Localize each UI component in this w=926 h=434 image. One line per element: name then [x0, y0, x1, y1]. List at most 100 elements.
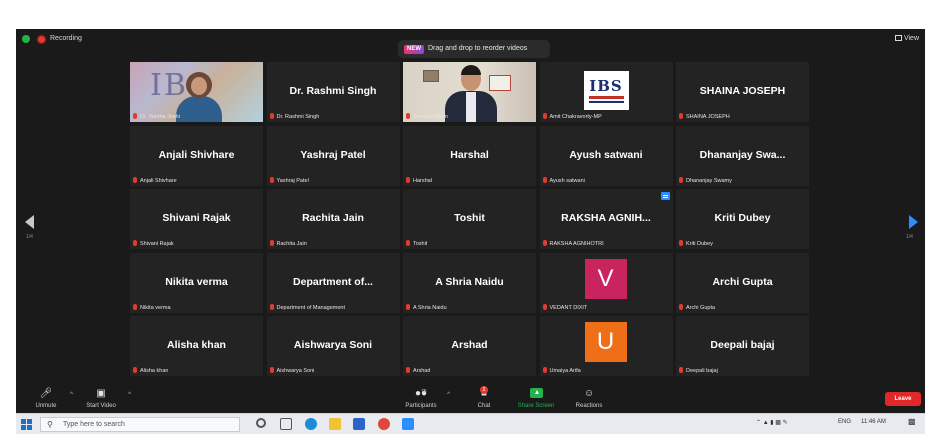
- participant-tile[interactable]: Yashraj Patel Yashraj Patel: [266, 125, 400, 186]
- participant-tile[interactable]: Harshal Harshal: [403, 125, 536, 186]
- recording-label[interactable]: Recording: [50, 35, 82, 42]
- participant-tile[interactable]: U Umaiya Arifa: [539, 316, 673, 376]
- reactions-smiley-icon: ☺: [583, 388, 595, 399]
- muted-mic-icon: [133, 367, 137, 373]
- language-indicator[interactable]: ENG: [838, 419, 851, 425]
- reorder-tooltip: NEW Drag and drop to reorder videos: [398, 40, 550, 58]
- muted-mic-icon: [679, 176, 683, 183]
- clock[interactable]: 11:46 AM: [861, 419, 886, 425]
- participant-tile[interactable]: Nikita verma Nikita verma: [130, 252, 263, 313]
- chat-label: Chat: [477, 403, 491, 409]
- participant-tile[interactable]: Dhananjay Swa... Dhananjay Swamy: [676, 125, 809, 186]
- participant-display-name: RAKSHA AGNIH...: [561, 212, 651, 224]
- participant-tile[interactable]: Ayush satwani Ayush satwani: [539, 125, 673, 186]
- edge-browser-icon[interactable]: [305, 418, 317, 430]
- zoom-meeting-window: Recording View NEW Drag and drop to reor…: [16, 29, 925, 413]
- chrome-icon[interactable]: [378, 418, 390, 430]
- participant-name-label: Rachita Jain: [269, 240, 307, 247]
- participant-name-label: Aishwarya Soni: [269, 367, 314, 374]
- participant-name: Arshad: [413, 368, 431, 374]
- zoom-app-icon[interactable]: [402, 418, 414, 430]
- participant-tile[interactable]: SHAINA JOSEPH SHAINA JOSEPH: [676, 62, 809, 122]
- more-options-icon[interactable]: [660, 192, 670, 200]
- participant-tile[interactable]: V VEDANT DIXIT: [539, 252, 673, 313]
- leave-button[interactable]: Leave: [885, 392, 921, 406]
- page-indicator-left: 1/4: [26, 234, 33, 240]
- gallery-grid: IBS Dr. Varsha Joshi Dr. Rashmi Singh Dr. R…: [130, 62, 810, 377]
- participant-tile[interactable]: A Shria Naidu A Shria Naidu: [403, 252, 536, 313]
- participant-name-label: Harshal: [406, 176, 432, 184]
- chevron-up-icon[interactable]: ^: [128, 392, 131, 398]
- participant-display-name: Deepali bajaj: [710, 339, 775, 351]
- previous-page-arrow-icon[interactable]: [25, 215, 34, 229]
- participant-tile[interactable]: Alisha khan Alisha khan: [130, 316, 263, 376]
- participant-name-label: RAKSHA AGNIHOTRI: [542, 240, 604, 247]
- participants-button[interactable]: ●● 75 ^ Participants: [401, 388, 450, 409]
- participant-tile[interactable]: Arshad Arshad: [403, 316, 536, 376]
- unmute-button[interactable]: 🎤︎ ^ Unmute: [28, 388, 73, 409]
- ibs-logo: IBS: [583, 71, 629, 110]
- chat-button[interactable]: ■ 2 Chat: [471, 386, 497, 409]
- participant-tile[interactable]: Toshit Toshit: [403, 189, 536, 249]
- muted-mic-icon: [679, 303, 683, 310]
- participant-tile[interactable]: Dr. Rashmi Singh Dr. Rashmi Singh: [266, 62, 400, 122]
- task-view-icon[interactable]: [280, 418, 292, 430]
- participant-tile[interactable]: Shivani Rajak Shivani Rajak: [130, 189, 263, 249]
- taskbar-search-box[interactable]: ⚲ Type here to search: [40, 417, 240, 432]
- participant-tile[interactable]: Archi Gupta Archi Gupta: [676, 252, 809, 313]
- participant-name-label: Department of Management: [269, 303, 345, 311]
- search-placeholder: Type here to search: [63, 421, 125, 428]
- participant-tile[interactable]: Department of... Department of Management: [266, 252, 400, 313]
- participants-label: Participants: [405, 403, 437, 409]
- participant-tile[interactable]: Aishwarya Soni Aishwarya Soni: [266, 316, 400, 376]
- next-page-arrow-icon[interactable]: [909, 215, 918, 229]
- participant-name: Nikita verma: [140, 304, 171, 311]
- muted-mic-icon: [269, 113, 274, 119]
- participant-name: Dhananjay Swamy: [686, 177, 732, 184]
- security-shield-icon[interactable]: [22, 35, 30, 43]
- participant-tile[interactable]: Rachita Jain Rachita Jain: [266, 189, 400, 249]
- cortana-icon[interactable]: [256, 418, 266, 428]
- participant-name-label: Anjali Shivhare: [133, 176, 177, 184]
- muted-mic-icon: [542, 113, 547, 119]
- participant-name: A Shria Naidu: [413, 304, 447, 311]
- chevron-up-icon[interactable]: ^: [70, 392, 73, 398]
- participant-name: Archi Gupta: [686, 304, 716, 311]
- participant-tile[interactable]: Anjali Shivhare Anjali Shivhare: [130, 125, 263, 186]
- participant-name-label: Arshad: [406, 367, 430, 374]
- participants-count: 75: [421, 389, 427, 395]
- search-icon: ⚲: [47, 420, 53, 429]
- muted-mic-icon: [542, 303, 547, 310]
- ibs-logo-text: IBS: [589, 77, 623, 95]
- reactions-label: Reactions: [575, 403, 603, 409]
- system-tray-icons[interactable]: ⌃ ▲ ▮ ▩ ✎: [756, 419, 788, 426]
- participant-name: Alisha khan: [140, 368, 169, 374]
- participant-name-label: Umaiya Arifa: [542, 367, 581, 374]
- view-button[interactable]: View: [894, 35, 919, 42]
- windows-start-icon[interactable]: [21, 419, 32, 430]
- muted-mic-icon: [269, 303, 274, 310]
- start-video-button[interactable]: ▣ ^ Start Video: [80, 388, 131, 409]
- participant-name: Department of Management: [276, 304, 345, 311]
- notifications-icon[interactable]: ▩: [908, 417, 916, 426]
- participant-tile[interactable]: IBS Amit Chakravorty-MP: [539, 62, 673, 122]
- muted-microphone-icon: 🎤︎: [39, 388, 53, 399]
- reactions-button[interactable]: ☺ Reactions: [571, 388, 607, 409]
- participant-display-name: Kriti Dubey: [714, 212, 771, 224]
- share-screen-button[interactable]: Share Screen: [514, 388, 558, 409]
- muted-mic-icon: [269, 176, 274, 183]
- participant-tile[interactable]: Deepali bajaj Deepali bajaj: [676, 316, 809, 376]
- new-tag: NEW: [404, 45, 424, 54]
- participant-tile[interactable]: IBS Dr. Varsha Joshi: [130, 62, 263, 122]
- file-explorer-icon[interactable]: [329, 418, 341, 430]
- participant-tile[interactable]: Zeeshan khan: [403, 62, 536, 122]
- participant-name: Rachita Jain: [276, 241, 307, 247]
- participant-name: Deepali bajaj: [686, 368, 718, 374]
- muted-mic-icon: [542, 367, 547, 373]
- store-icon[interactable]: [353, 418, 365, 430]
- participant-tile[interactable]: RAKSHA AGNIH... RAKSHA AGNIHOTRI: [539, 189, 673, 249]
- chevron-up-icon[interactable]: ^: [447, 392, 450, 398]
- muted-mic-icon: [542, 240, 547, 246]
- participant-tile[interactable]: Kriti Dubey Kriti Dubey: [676, 189, 809, 249]
- participant-display-name: Anjali Shivhare: [158, 148, 235, 161]
